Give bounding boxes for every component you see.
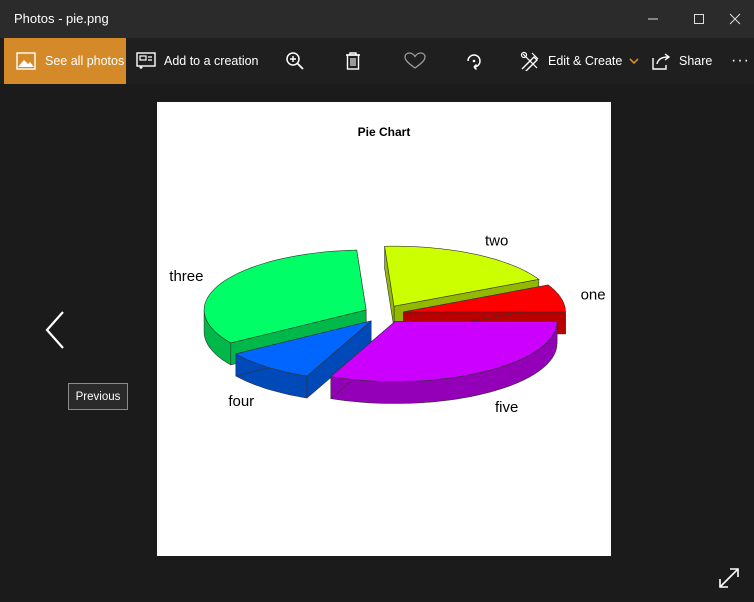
favorite-icon	[404, 52, 426, 69]
title-bar: Photos - pie.png	[0, 0, 754, 38]
close-icon	[729, 13, 741, 25]
add-to-creation-label: Add to a creation	[164, 54, 259, 68]
close-button[interactable]	[716, 0, 754, 38]
see-all-photos-label: See all photos	[45, 54, 125, 68]
edit-create-button[interactable]: Edit & Create	[520, 38, 640, 84]
pie-label-two: two	[485, 232, 508, 249]
previous-tooltip: Previous	[68, 383, 128, 410]
rotate-icon	[467, 54, 481, 71]
add-to-creation-icon	[136, 52, 156, 69]
share-label: Share	[679, 54, 713, 68]
minimize-icon	[648, 18, 658, 20]
see-all-photos-button[interactable]: See all photos	[4, 38, 126, 84]
pie-label-five: five	[495, 399, 518, 416]
favorite-button[interactable]	[404, 38, 426, 84]
photo-pie-chart: Pie Chart one two three four five	[157, 102, 611, 556]
chart-title: Pie Chart	[358, 125, 411, 139]
pie-label-three: three	[169, 268, 203, 285]
zoom-in-button[interactable]	[285, 38, 305, 84]
fullscreen-button[interactable]	[716, 565, 742, 591]
photos-icon	[16, 52, 36, 70]
edit-create-icon	[520, 51, 539, 71]
maximize-icon	[694, 14, 704, 24]
zoom-in-icon	[286, 52, 304, 70]
share-button[interactable]: Share	[651, 38, 712, 84]
delete-button[interactable]	[344, 38, 362, 84]
previous-arrow-icon	[45, 311, 64, 349]
pie-label-one: one	[581, 286, 606, 303]
rotate-button[interactable]	[464, 38, 484, 84]
pie-label-four: four	[228, 393, 254, 410]
more-icon[interactable]: ···	[731, 38, 750, 84]
fullscreen-icon	[719, 568, 739, 588]
minimize-button[interactable]	[630, 0, 676, 38]
chevron-down-icon	[629, 58, 639, 65]
add-to-creation-button[interactable]: Add to a creation	[136, 38, 259, 84]
previous-button[interactable]	[38, 306, 74, 354]
pie-chart: Pie Chart one two three four five	[169, 125, 606, 416]
edit-create-label: Edit & Create	[548, 54, 623, 68]
share-icon	[652, 53, 671, 70]
window-title: Photos - pie.png	[14, 11, 109, 26]
delete-icon	[346, 52, 360, 70]
toolbar: See all photos Add to a creation Edit & …	[0, 38, 754, 84]
